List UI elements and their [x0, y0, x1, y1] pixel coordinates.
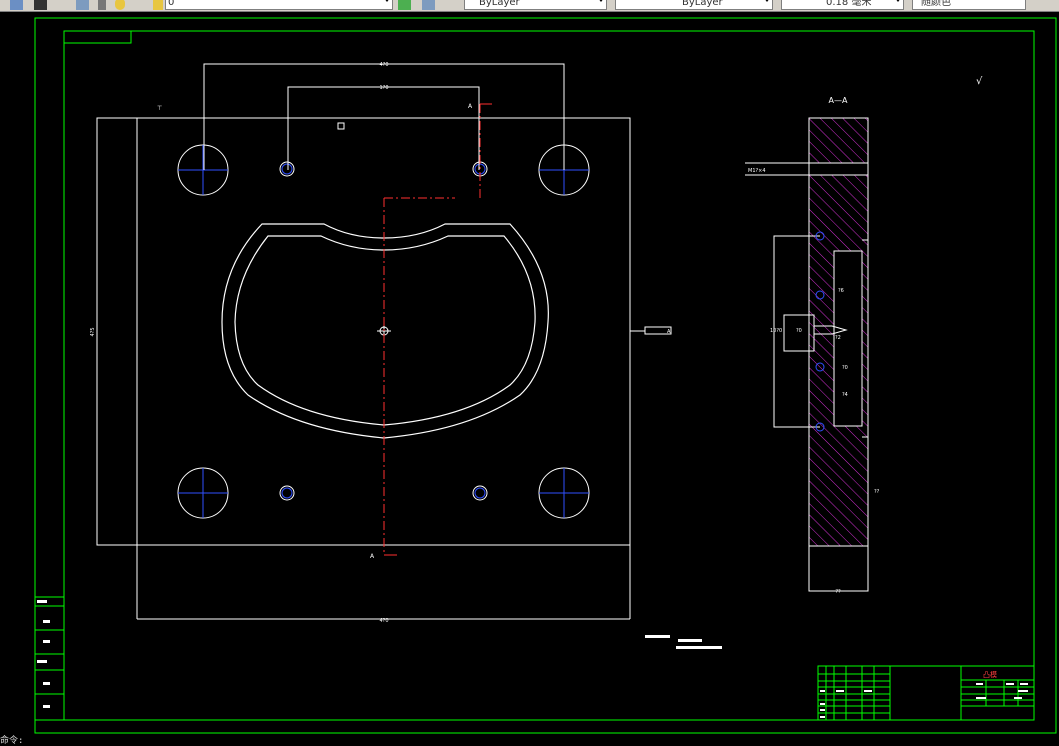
lock-icon[interactable] [153, 0, 163, 10]
linetype-dropdown[interactable]: ByLayer [615, 0, 773, 10]
layer-value: 0 [168, 0, 175, 8]
part-name: 凸模 [983, 670, 997, 679]
layer-dropdown[interactable]: 0 [165, 0, 393, 10]
large-hole [177, 467, 229, 519]
lineweight-value: 0.18 毫米 [826, 0, 872, 8]
layer-manager-icon[interactable] [10, 0, 23, 10]
dim-line-top-inner [287, 86, 480, 170]
plotstyle-dropdown[interactable]: 随颜色 [912, 0, 1026, 10]
side-dim-6: ?4 [842, 392, 848, 398]
drawing-canvas[interactable]: 4?0 4?0 1?0 4?5 A A ⊤ A A—A M1?×4 ?? 10?… [0, 12, 1059, 741]
note-bar [678, 639, 702, 642]
color-dropdown[interactable]: ByLayer [464, 0, 607, 10]
section-lower-block [808, 545, 869, 592]
datum-label: A [667, 329, 671, 335]
layers-icon[interactable] [76, 0, 89, 10]
large-hole [177, 144, 229, 196]
side-dim-5: ?0 [842, 365, 848, 371]
roughness-mark: ⊤ [157, 105, 162, 112]
linetype-value: ByLayer [682, 0, 723, 8]
color-value: ByLayer [479, 0, 520, 8]
section-label-bottom: A [370, 553, 375, 560]
side-dim-4: ?6 [838, 288, 844, 294]
layer-previous-icon[interactable] [422, 0, 435, 10]
plate-outline [96, 117, 631, 546]
outer-border [34, 17, 1057, 734]
section-view: A—A M1?×4 ?? 10?0 ?0 ?2 ?6 ?0 ?4 ?? [745, 96, 880, 595]
plan-view: 4?0 4?0 1?0 4?5 A A ⊤ A [90, 62, 672, 624]
lightbulb-icon[interactable] [98, 0, 106, 10]
corner-label-box [63, 30, 132, 44]
bottom-dim-side: ?? [835, 589, 841, 595]
left-stamp-table [34, 596, 65, 721]
layer-state-icon[interactable] [34, 0, 47, 10]
small-hole [279, 485, 295, 501]
inner-border [63, 30, 1035, 721]
small-hole [472, 485, 488, 501]
plotstyle-value: 随颜色 [921, 0, 951, 8]
large-hole [538, 467, 590, 519]
note-bar [676, 646, 722, 649]
side-dim-3: ?2 [835, 335, 841, 341]
section-title: A—A [829, 96, 848, 105]
dim-top-inner-label: 1?0 [379, 85, 388, 91]
thread-note: M1?×4 [748, 168, 766, 174]
title-block: 凸模 [817, 665, 1035, 721]
side-dim-1: 10?0 [770, 328, 782, 334]
side-dim-7: ?? [874, 489, 880, 495]
thread-hole-section [808, 162, 869, 176]
dim-bottom-label: 4?0 [379, 618, 388, 624]
dim-top-outer-label: 4?0 [379, 62, 388, 68]
small-hole [279, 161, 295, 177]
section-label-top: A [468, 103, 473, 110]
dim-left-label: 4?5 [90, 327, 96, 336]
sun-icon[interactable] [115, 0, 125, 10]
make-current-icon[interactable] [398, 0, 411, 10]
dim-line-top-outer [203, 63, 565, 170]
properties-toolbar: 0 ByLayer ByLayer 0.18 毫米 随颜色 [0, 0, 1059, 12]
note-bar [645, 635, 670, 638]
command-line[interactable]: 命令: [0, 733, 23, 746]
command-prompt: 命令: [0, 736, 24, 746]
roughness-symbol: √ [976, 76, 983, 87]
lineweight-dropdown[interactable]: 0.18 毫米 [781, 0, 904, 10]
side-dim-2: ?0 [796, 328, 802, 334]
marker-square [337, 122, 345, 130]
